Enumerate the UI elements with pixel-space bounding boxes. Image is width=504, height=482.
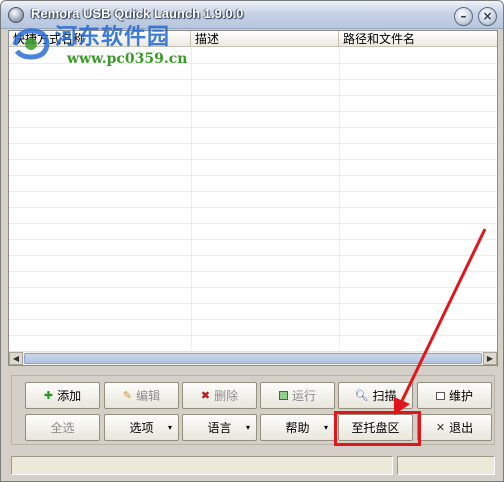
minimize-button[interactable]: –: [454, 7, 473, 26]
column-header-path[interactable]: 路径和文件名: [339, 31, 497, 47]
status-bar-left: [11, 456, 393, 475]
column-divider: [191, 48, 192, 350]
maintain-label: 维护: [448, 389, 473, 403]
window-icon: [435, 391, 445, 400]
watermark-logo-icon: [12, 28, 50, 60]
scroll-right-icon[interactable]: ▶: [483, 352, 497, 365]
run-button[interactable]: 运行: [260, 382, 335, 409]
watermark-name: 河东软件园: [55, 25, 171, 50]
delete-button[interactable]: ✖ 删除: [182, 382, 257, 409]
maintain-button[interactable]: 维护: [417, 382, 492, 409]
run-label: 运行: [291, 389, 316, 403]
run-icon: [278, 391, 288, 400]
add-label: 添加: [57, 389, 82, 403]
exit-label: 退出: [449, 421, 474, 435]
close-icon: ✕: [435, 421, 446, 434]
status-bar-right: [397, 456, 495, 475]
select-all-label: 全选: [50, 421, 75, 435]
options-menu-button[interactable]: 选项 ▾: [104, 414, 179, 441]
delete-label: 删除: [214, 389, 239, 403]
help-label: 帮助: [285, 421, 310, 435]
app-icon[interactable]: [8, 7, 24, 23]
triangle-down-icon: ▾: [167, 423, 172, 432]
scan-label: 扫描: [372, 389, 397, 403]
select-all-button[interactable]: 全选: [25, 414, 100, 441]
scan-button[interactable]: 🔍︎ 扫描: [338, 382, 413, 409]
add-button[interactable]: ✚ 添加: [25, 382, 100, 409]
column-header-description[interactable]: 描述: [191, 31, 339, 47]
language-label: 语言: [207, 421, 232, 435]
watermark-url: www.pc0359.cn: [67, 51, 188, 67]
highlight-box: [334, 411, 421, 446]
help-menu-button[interactable]: 帮助 ▾: [260, 414, 335, 441]
close-button[interactable]: ×: [478, 7, 497, 26]
plus-icon: ✚: [43, 389, 54, 402]
scrollbar-thumb[interactable]: [24, 353, 482, 364]
pencil-icon: ✎: [122, 389, 133, 402]
app-window: Remora USB Quick Launch 1.9.0.0 – × 快捷方式…: [0, 0, 504, 482]
x-icon: ✖: [200, 389, 211, 402]
scroll-left-icon[interactable]: ◀: [9, 352, 23, 365]
magnifier-icon: 🔍︎: [354, 389, 369, 402]
horizontal-scrollbar[interactable]: ◀ ▶: [9, 351, 497, 365]
triangle-down-icon: ▾: [245, 423, 250, 432]
edit-button[interactable]: ✎ 编辑: [104, 382, 179, 409]
edit-label: 编辑: [136, 389, 161, 403]
language-menu-button[interactable]: 语言 ▾: [182, 414, 257, 441]
options-label: 选项: [129, 421, 154, 435]
exit-button[interactable]: ✕ 退出: [417, 414, 492, 441]
list-body[interactable]: [9, 48, 497, 350]
shortcut-list[interactable]: 快捷方式名称 描述 路径和文件名 ◀ ▶: [8, 30, 498, 366]
triangle-down-icon: ▾: [323, 423, 328, 432]
column-divider: [339, 48, 340, 350]
